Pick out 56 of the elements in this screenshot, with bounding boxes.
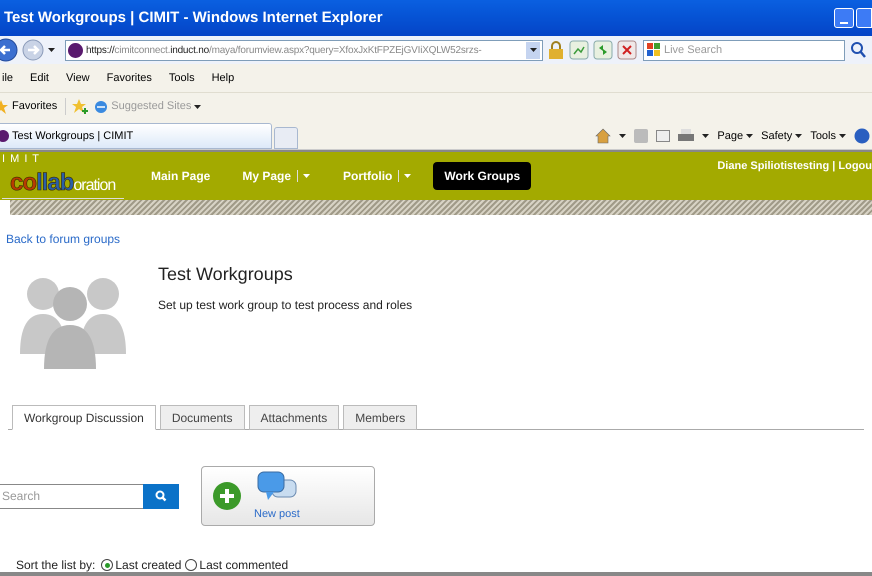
back-link[interactable]: Back to forum groups	[6, 232, 120, 246]
menu-item[interactable]: ile	[2, 70, 14, 86]
maximize-button[interactable]	[856, 8, 872, 28]
menu-item[interactable]: Favorites	[106, 70, 152, 86]
command-menu[interactable]: Tools	[810, 128, 846, 144]
home-icon[interactable]	[595, 128, 612, 144]
add-favorite-icon[interactable]	[72, 98, 88, 114]
sort-radio[interactable]: Last created	[101, 556, 182, 574]
refresh-icon[interactable]	[593, 40, 613, 60]
back-icon[interactable]	[0, 38, 18, 62]
caret-icon	[48, 48, 55, 52]
search-icon	[155, 490, 167, 502]
plus-icon	[212, 481, 242, 511]
search-icon[interactable]	[849, 40, 867, 60]
stop-icon[interactable]	[617, 40, 637, 60]
group-description: Set up test work group to test process and roles	[158, 297, 412, 314]
caret-icon	[839, 134, 846, 138]
print-icon[interactable]	[678, 129, 694, 143]
caret-icon	[530, 48, 536, 52]
sort-label: Sort the list by:	[16, 557, 96, 574]
search-button[interactable]	[143, 484, 179, 508]
caret-icon	[194, 104, 202, 108]
sort-radio[interactable]: Last commented	[185, 556, 288, 574]
window-title: Test Workgroups | CIMIT - Windows Internet Explorer	[4, 8, 383, 28]
lock-icon	[547, 40, 565, 60]
address-text: https://cimitconnect.induct.no/maya/forumview.aspx?query=XfoxJxKtFPZEjGVIiXQLW52srzs-	[86, 44, 483, 58]
minimize-button[interactable]	[834, 8, 854, 28]
dropdown-button[interactable]	[526, 42, 540, 58]
windows-flag-icon	[647, 43, 661, 57]
nav-item[interactable]: Work Groups	[433, 162, 532, 190]
caret-icon	[795, 134, 802, 138]
live-search-field[interactable]: Live Search	[643, 40, 845, 60]
menu-item[interactable]: Help	[212, 70, 234, 86]
caret-icon	[746, 134, 754, 138]
address-field[interactable]: https://cimitconnect.induct.no/maya/forumview.aspx?query=XfoxJxKtFPZEjGVIiXQLW52srzs-	[65, 40, 543, 60]
command-menu[interactable]: Safety	[761, 128, 802, 144]
site-logo: I M I T collaboration	[2, 153, 124, 199]
tab[interactable]: Documents	[160, 405, 245, 430]
favorites-button[interactable]: Favorites	[0, 98, 66, 115]
compatibility-icon[interactable]	[569, 40, 589, 60]
live-search-field[interactable]: Live Search	[664, 42, 841, 58]
group-title: Test Workgroups	[158, 263, 294, 286]
tab[interactable]: Workgroup Discussion	[12, 405, 156, 430]
caret-icon	[619, 134, 626, 138]
menu-item[interactable]: Edit	[30, 70, 49, 86]
menu-item[interactable]: View	[66, 70, 90, 86]
tab[interactable]: Members	[343, 405, 418, 430]
site-icon	[68, 42, 83, 58]
menu-item[interactable]: Tools	[168, 70, 195, 86]
tab[interactable]: Attachments	[248, 405, 340, 430]
command-menu[interactable]: Page	[717, 128, 754, 144]
new-post-button[interactable]: New post	[201, 466, 375, 526]
search-input[interactable]: Search	[0, 484, 143, 508]
caret-icon	[702, 134, 710, 138]
mail-icon[interactable]	[656, 130, 670, 142]
browser-tab[interactable]: Test Workgroups | CIMIT	[0, 123, 272, 149]
